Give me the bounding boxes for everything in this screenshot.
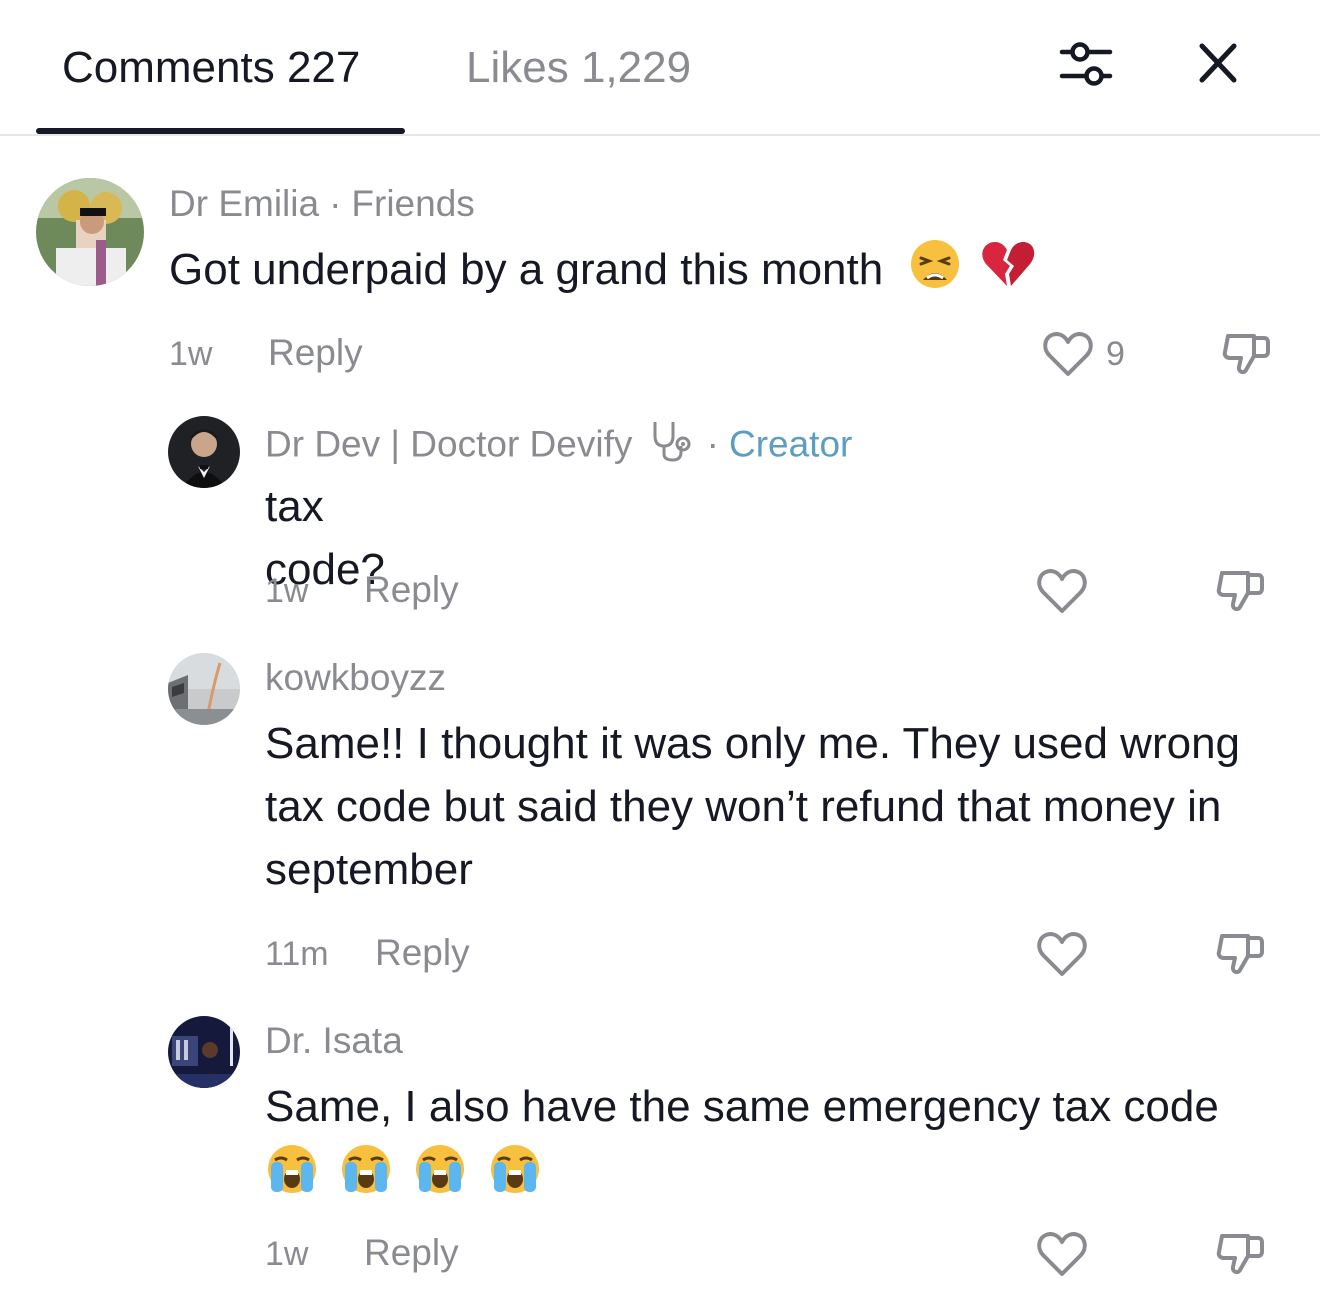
- comment-meta: Dr Dev | Doctor Devify · Creator: [265, 418, 852, 475]
- tab-comments[interactable]: Comments 227: [62, 40, 360, 96]
- reply-button[interactable]: Reply: [364, 1230, 459, 1276]
- loudly-crying-face-emoji: [339, 1142, 393, 1213]
- comment-author[interactable]: Dr Emilia: [169, 183, 319, 224]
- stethoscope-icon: [647, 418, 697, 475]
- comment-timestamp: 1w: [265, 1235, 309, 1273]
- comment-author[interactable]: kowkboyzz: [265, 655, 446, 701]
- comment-author[interactable]: Dr. Isata: [265, 1018, 403, 1064]
- comment-timestamp: 1w: [265, 572, 309, 610]
- dislike-icon[interactable]: [1212, 1226, 1268, 1282]
- avatar[interactable]: [168, 1016, 240, 1088]
- comment-timestamp: 11m: [265, 935, 329, 973]
- comment-meta: Dr Emilia · Friends: [169, 183, 475, 224]
- author-relation-label: Friends: [351, 183, 475, 224]
- like-count: 9: [1106, 335, 1125, 373]
- heart-icon[interactable]: [1034, 1226, 1090, 1282]
- loudly-crying-face-emoji: [265, 1142, 319, 1213]
- filter-sliders-icon[interactable]: [1056, 36, 1116, 96]
- heart-icon[interactable]: [1040, 326, 1096, 382]
- sheet-header: Comments 227 Likes 1,229: [0, 0, 1320, 136]
- reply-button[interactable]: Reply: [375, 930, 470, 976]
- reply-button[interactable]: Reply: [364, 567, 459, 613]
- comment-text: Same, I also have the same emergency tax…: [265, 1075, 1305, 1213]
- dislike-icon[interactable]: [1218, 326, 1274, 382]
- comment-timestamp: 1w: [169, 335, 213, 373]
- dislike-icon[interactable]: [1212, 563, 1268, 619]
- comment-text: Got underpaid by a grand this month: [169, 238, 1269, 307]
- emoji-row: [265, 1142, 1305, 1213]
- close-icon[interactable]: [1188, 36, 1248, 96]
- broken-heart-emoji: [980, 238, 1036, 307]
- reply-button[interactable]: Reply: [268, 330, 363, 376]
- avatar[interactable]: [36, 178, 144, 286]
- tab-likes[interactable]: Likes 1,229: [466, 40, 691, 96]
- loudly-crying-face-emoji: [488, 1142, 542, 1213]
- loudly-crying-face-emoji: [413, 1142, 467, 1213]
- heart-icon[interactable]: [1034, 926, 1090, 982]
- comments-sheet: Comments 227 Likes 1,229 Dr Emilia · Fri…: [0, 0, 1320, 1299]
- comment-author[interactable]: Dr Dev | Doctor Devify: [265, 423, 632, 464]
- creator-badge: Creator: [728, 423, 853, 465]
- weary-face-emoji: [909, 238, 961, 307]
- active-tab-indicator: [36, 128, 405, 134]
- dislike-icon[interactable]: [1212, 926, 1268, 982]
- heart-icon[interactable]: [1034, 563, 1090, 619]
- avatar[interactable]: [168, 416, 240, 488]
- avatar[interactable]: [168, 653, 240, 725]
- comment-text: Same!! I thought it was only me. They us…: [265, 719, 1241, 894]
